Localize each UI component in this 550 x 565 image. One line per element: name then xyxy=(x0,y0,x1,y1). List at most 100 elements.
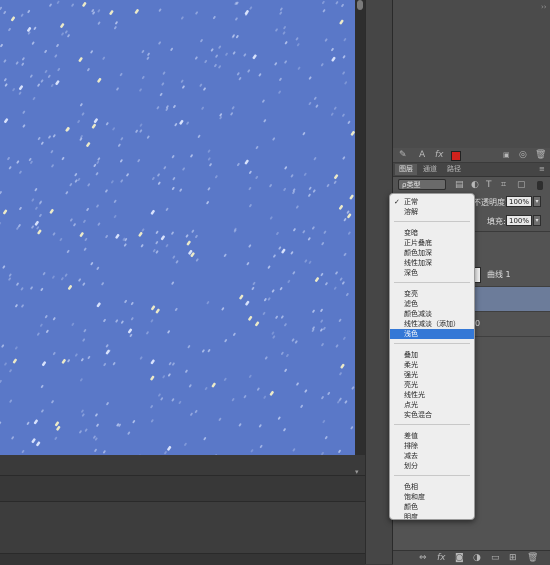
blend-mode-item[interactable]: 差值 xyxy=(390,431,474,441)
speckle xyxy=(113,214,117,219)
blend-mode-item[interactable]: 溶解 xyxy=(390,207,474,217)
layer-name[interactable]: 0 xyxy=(475,319,480,328)
new-group-icon[interactable]: ▭ xyxy=(491,553,500,563)
tab-layers[interactable]: 图层 xyxy=(395,164,417,175)
speckle xyxy=(279,287,283,291)
speckle xyxy=(8,277,11,281)
speckle xyxy=(141,49,145,54)
scrollbar-thumb[interactable] xyxy=(357,0,363,10)
speckle xyxy=(255,145,259,150)
canvas-vertical-scrollbar[interactable] xyxy=(355,0,365,460)
blend-mode-item[interactable]: 线性加深 xyxy=(390,258,474,268)
speckle xyxy=(22,110,26,114)
speckle xyxy=(333,180,337,184)
speckle xyxy=(67,34,70,38)
speckle xyxy=(197,134,201,138)
blend-mode-item[interactable]: 颜色 xyxy=(390,502,474,512)
fx-icon[interactable]: fx xyxy=(435,150,444,160)
speckle xyxy=(185,234,189,238)
add-mask-icon[interactable]: ◙ xyxy=(455,553,464,563)
blend-mode-item[interactable]: 滤色 xyxy=(390,299,474,309)
blend-mode-item[interactable]: 色相 xyxy=(390,482,474,492)
blend-mode-item[interactable]: 明度 xyxy=(390,512,474,519)
speckle xyxy=(127,328,133,334)
blend-mode-item[interactable]: 排除 xyxy=(390,441,474,451)
speckle xyxy=(56,43,59,48)
blend-mode-item[interactable]: 叠加 xyxy=(390,350,474,360)
link-layers-icon[interactable]: ⇔ xyxy=(419,553,427,563)
layer-name[interactable]: 曲线 1 xyxy=(487,269,511,280)
blend-mode-item[interactable]: 强光 xyxy=(390,370,474,380)
delete-layer-icon[interactable]: 🗑 xyxy=(527,553,538,563)
opacity-label: 不透明度: xyxy=(473,198,508,207)
speckle xyxy=(97,157,101,161)
blend-mode-item[interactable]: 柔光 xyxy=(390,360,474,370)
blend-mode-item[interactable]: 变亮 xyxy=(390,289,474,299)
smart-object-filter-icon[interactable]: ▢ xyxy=(517,180,526,190)
blend-mode-item[interactable]: 深色 xyxy=(390,268,474,278)
speckle xyxy=(97,9,101,13)
blend-mode-item[interactable]: 线性光 xyxy=(390,390,474,400)
blend-mode-item[interactable]: 浅色 xyxy=(390,329,474,339)
add-style-icon[interactable]: fx xyxy=(437,553,446,563)
speckle xyxy=(313,157,317,161)
layers-bottom-bar: ⇔ fx ◙ ◑ ▭ ⊞ 🗑 xyxy=(393,550,550,565)
frame-icon[interactable]: ▣ xyxy=(503,150,510,160)
speckle xyxy=(81,112,85,116)
blend-mode-item[interactable]: 饱和度 xyxy=(390,492,474,502)
speckle xyxy=(64,30,68,34)
trash-icon[interactable]: 🗑 xyxy=(535,150,546,160)
document-canvas[interactable] xyxy=(0,0,355,455)
blend-mode-item[interactable]: 线性减淡（添加） xyxy=(390,319,474,329)
speckle xyxy=(284,166,288,170)
blend-mode-item[interactable]: 正常 ✓ xyxy=(390,197,474,207)
tab-paths[interactable]: 路径 xyxy=(443,164,465,175)
speckle xyxy=(314,277,320,282)
shape-filter-icon[interactable]: ⌗ xyxy=(501,180,506,190)
menu-separator xyxy=(394,424,470,425)
blend-mode-item[interactable]: 实色混合 xyxy=(390,410,474,420)
speckle xyxy=(79,103,83,107)
filter-toggle[interactable] xyxy=(537,181,543,190)
panel-menu-icon[interactable]: ≡ xyxy=(539,164,545,174)
blend-mode-item[interactable]: 正片叠底 xyxy=(390,238,474,248)
speckle xyxy=(315,104,319,108)
speckle xyxy=(187,345,191,349)
type-filter-icon[interactable]: T xyxy=(486,180,492,190)
blend-mode-item[interactable]: 颜色加深 xyxy=(390,248,474,258)
fill-field[interactable]: 100% xyxy=(506,215,532,226)
speckle xyxy=(171,231,174,235)
blend-mode-item[interactable]: 亮光 xyxy=(390,380,474,390)
speckle xyxy=(40,287,44,292)
speckle xyxy=(61,358,66,364)
fill-dropdown-icon[interactable]: ▾ xyxy=(533,215,541,226)
blend-mode-item[interactable]: 变暗 xyxy=(390,228,474,238)
speckle xyxy=(186,121,189,125)
speckle xyxy=(151,176,155,181)
image-filter-icon[interactable]: ▤ xyxy=(455,180,464,190)
opacity-dropdown-icon[interactable]: ▾ xyxy=(533,196,541,207)
speckle xyxy=(277,416,281,420)
panel-collapse-icon[interactable]: ›› xyxy=(541,3,547,11)
blend-mode-item[interactable]: 点光 xyxy=(390,400,474,410)
tab-channels[interactable]: 通道 xyxy=(419,164,441,175)
opacity-field[interactable]: 100% xyxy=(506,196,532,207)
adjustment-filter-icon[interactable]: ◐ xyxy=(471,180,479,190)
brush-icon[interactable]: ✎ xyxy=(399,150,407,160)
blend-mode-item[interactable]: 颜色减淡 xyxy=(390,309,474,319)
speckle xyxy=(171,398,175,402)
blend-mode-menu: 正常 ✓ 溶解变暗 正片叠底 颜色加深 线性加深 深色变亮 滤色 颜色减淡 线性减淡（添加） 浅色叠… xyxy=(389,193,475,520)
color-swatch-icon[interactable] xyxy=(451,151,461,161)
speckle xyxy=(302,132,306,136)
speckle xyxy=(44,69,48,74)
speckle xyxy=(190,412,193,416)
text-icon[interactable]: A xyxy=(419,150,425,160)
speckle xyxy=(34,220,39,226)
new-adjustment-icon[interactable]: ◑ xyxy=(473,553,481,563)
blend-mode-item[interactable]: 划分 xyxy=(390,461,474,471)
speckle xyxy=(74,353,78,357)
filter-kind-select[interactable]: ρ类型 xyxy=(398,179,446,190)
blend-mode-item[interactable]: 减去 xyxy=(390,451,474,461)
link-icon[interactable]: ◎ xyxy=(519,150,527,160)
new-layer-icon[interactable]: ⊞ xyxy=(509,553,517,563)
